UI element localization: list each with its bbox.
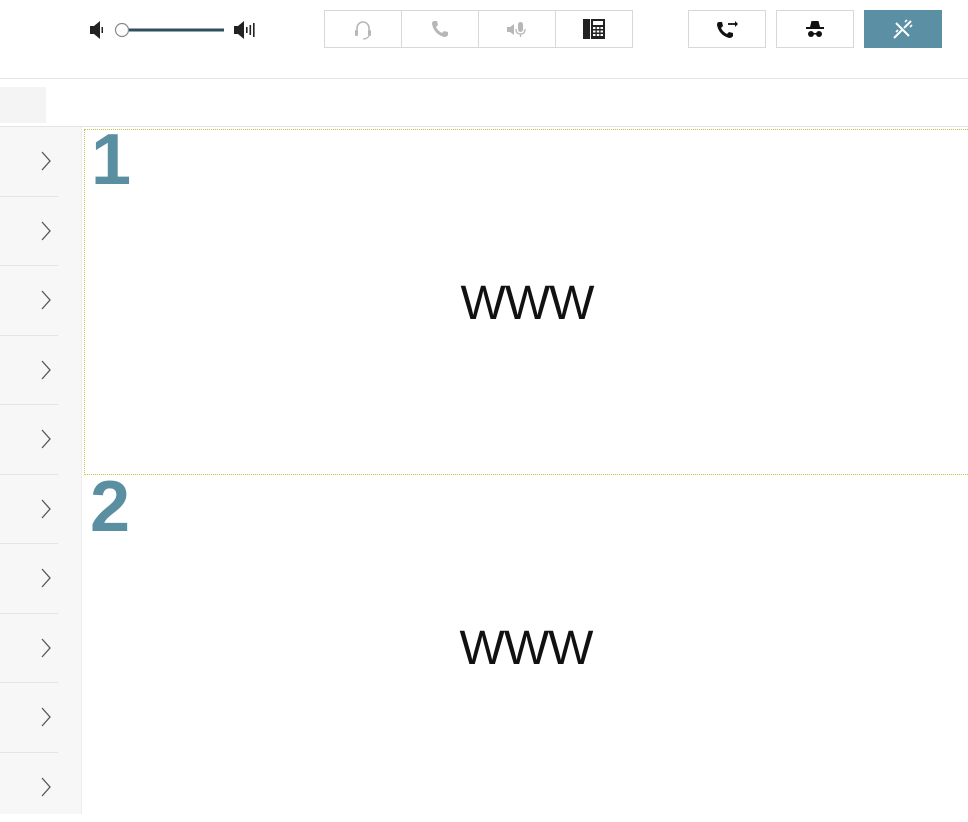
sidebar-item-7[interactable] <box>0 544 58 614</box>
headset-button[interactable] <box>324 10 402 48</box>
pane-content-text: WWW <box>85 276 968 331</box>
sidebar <box>0 127 82 814</box>
call-button[interactable] <box>401 10 479 48</box>
chevron-right-icon <box>40 289 52 311</box>
chevron-right-icon <box>40 706 52 728</box>
actions-group <box>689 10 942 48</box>
transfer-button[interactable] <box>688 10 766 48</box>
incognito-button[interactable] <box>776 10 854 48</box>
phone-icon <box>428 17 452 41</box>
disconnect-button[interactable] <box>864 10 942 48</box>
incognito-icon <box>803 17 827 41</box>
pane-1[interactable]: 1 WWW <box>84 129 968 475</box>
chevron-right-icon <box>40 776 52 798</box>
chevron-right-icon <box>40 637 52 659</box>
sub-toolbar-cell <box>0 87 46 123</box>
call-transfer-icon <box>715 17 739 41</box>
pane-2[interactable]: 2 WWW <box>84 477 968 814</box>
sidebar-item-5[interactable] <box>0 405 58 475</box>
sidebar-item-1[interactable] <box>0 127 58 197</box>
sub-toolbar <box>0 79 968 125</box>
chevron-right-icon <box>40 567 52 589</box>
volume-slider-handle[interactable] <box>116 24 129 37</box>
speaker-high-icon <box>234 21 255 39</box>
content-divider <box>0 126 968 127</box>
sidebar-item-10[interactable] <box>0 753 58 822</box>
volume-control[interactable] <box>88 16 264 44</box>
pane-content-text: WWW <box>84 621 968 676</box>
speaker-low-icon <box>90 21 103 39</box>
chevron-right-icon <box>40 150 52 172</box>
sidebar-item-3[interactable] <box>0 266 58 336</box>
headset-icon <box>351 17 375 41</box>
mic-mute-icon <box>505 17 529 41</box>
keypad-icon <box>581 17 607 41</box>
sidebar-item-9[interactable] <box>0 683 58 753</box>
sidebar-item-4[interactable] <box>0 336 58 406</box>
keypad-button[interactable] <box>555 10 633 48</box>
pane-number: 2 <box>90 471 130 543</box>
chevron-right-icon <box>40 428 52 450</box>
chevron-right-icon <box>40 359 52 381</box>
disconnect-icon <box>890 17 916 41</box>
sidebar-item-8[interactable] <box>0 614 58 684</box>
call-controls-group <box>325 10 633 48</box>
pane-number: 1 <box>91 124 131 196</box>
chevron-right-icon <box>40 498 52 520</box>
sidebar-item-6[interactable] <box>0 475 58 545</box>
sidebar-item-2[interactable] <box>0 197 58 267</box>
mute-button[interactable] <box>478 10 556 48</box>
chevron-right-icon <box>40 220 52 242</box>
top-toolbar <box>0 0 968 62</box>
